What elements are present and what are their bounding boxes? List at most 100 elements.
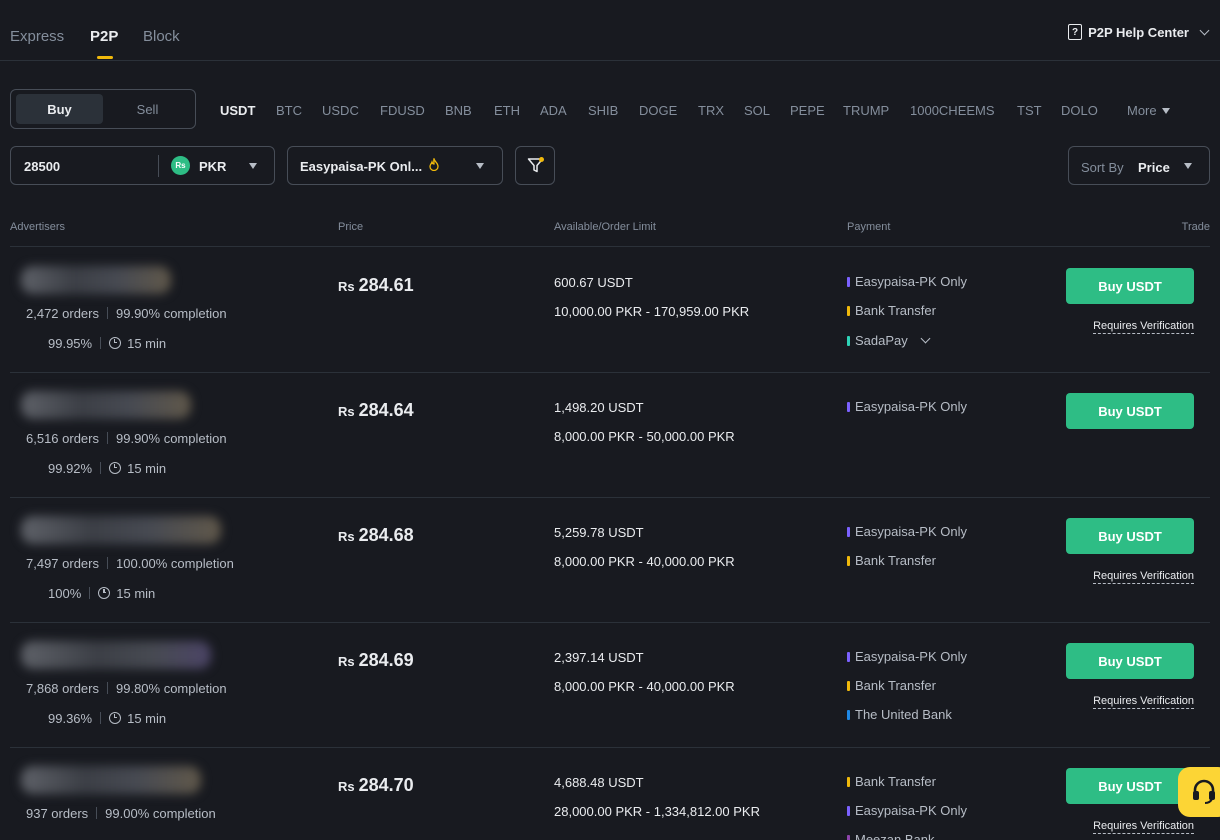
customer-support-button[interactable] xyxy=(1178,767,1220,817)
coin-dolo[interactable]: DOLO xyxy=(1061,103,1098,118)
table-row: 6,516 orders 99.90% completion 99.92% 15 m… xyxy=(10,373,1210,498)
clock-icon xyxy=(109,462,122,474)
buy-usdt-button[interactable]: Buy USDT xyxy=(1066,768,1194,804)
coin-shib[interactable]: SHIB xyxy=(588,103,618,118)
available-amount: 1,498.20 USDT xyxy=(554,400,644,415)
table-header: Advertisers Price Available/Order Limit … xyxy=(10,221,1210,247)
available-amount: 5,259.78 USDT xyxy=(554,525,644,540)
price: Rs 284.61 xyxy=(338,275,414,295)
coin-sol[interactable]: SOL xyxy=(744,103,770,118)
chevron-down-icon xyxy=(1199,25,1210,35)
tab-block[interactable]: Block xyxy=(143,28,180,45)
payment-method: Easypaisa-PK Only xyxy=(847,803,967,818)
price: Rs 284.69 xyxy=(338,650,414,670)
coin-trump[interactable]: TRUMP xyxy=(843,103,889,118)
caret-down-icon xyxy=(1161,107,1170,114)
order-limit: 10,000.00 PKR - 170,959.00 PKR xyxy=(554,304,750,319)
expand-payments-icon[interactable] xyxy=(920,333,931,344)
advertiser-rate: 99.95% 15 min xyxy=(48,336,167,351)
advertiser-stats: 7,868 orders 99.80% completion xyxy=(26,681,227,696)
coin-pepe[interactable]: PEPE xyxy=(790,103,825,118)
buy-sell-toggle: Buy Sell xyxy=(10,89,196,129)
available-amount: 600.67 USDT xyxy=(554,275,633,290)
order-limit: 8,000.00 PKR - 40,000.00 PKR xyxy=(554,679,735,694)
payment-method: Bank Transfer xyxy=(847,774,936,789)
available-amount: 4,688.48 USDT xyxy=(554,775,644,790)
available-amount: 2,397.14 USDT xyxy=(554,650,644,665)
header-price: Price xyxy=(338,221,364,233)
caret-down-icon xyxy=(1184,163,1192,169)
caret-down-icon xyxy=(476,163,484,169)
requires-verification-link[interactable]: Requires Verification xyxy=(1093,320,1194,334)
coin-trx[interactable]: TRX xyxy=(698,103,724,118)
currency-select[interactable]: PKR xyxy=(199,159,226,174)
coin-btc[interactable]: BTC xyxy=(276,103,302,118)
coin-eth[interactable]: ETH xyxy=(494,103,520,118)
coin-usdc[interactable]: USDC xyxy=(322,103,359,118)
buy-toggle-button[interactable]: Buy xyxy=(16,94,103,124)
currency-icon: Rs xyxy=(171,156,190,175)
coin-ada[interactable]: ADA xyxy=(540,103,567,118)
coin-usdt[interactable]: USDT xyxy=(220,103,255,118)
price: Rs 284.70 xyxy=(338,775,414,795)
coin-doge[interactable]: DOGE xyxy=(639,103,677,118)
payment-method: Bank Transfer xyxy=(847,303,936,318)
price: Rs 284.64 xyxy=(338,400,414,420)
table-row: 7,497 orders 100.00% completion 100% 15 mi… xyxy=(10,498,1210,623)
clock-icon xyxy=(109,712,122,724)
coin-1000cheems[interactable]: 1000CHEEMS xyxy=(910,103,995,118)
payment-method: Meezan Bank xyxy=(847,832,935,840)
requires-verification-link[interactable]: Requires Verification xyxy=(1093,695,1194,709)
divider xyxy=(158,155,159,177)
advertiser-name-blurred[interactable] xyxy=(21,266,171,294)
help-center-button[interactable]: ? P2P Help Center xyxy=(1068,24,1210,40)
payment-method: Easypaisa-PK Only xyxy=(847,524,967,539)
advertiser-stats: 7,497 orders 100.00% completion xyxy=(26,556,234,571)
headset-icon xyxy=(1193,779,1215,804)
buy-usdt-button[interactable]: Buy USDT xyxy=(1066,643,1194,679)
advertiser-rate: 99.36% 15 min xyxy=(48,711,167,726)
requires-verification-link[interactable]: Requires Verification xyxy=(1093,570,1194,584)
payment-method-select[interactable]: Easypaisa-PK Onl... xyxy=(287,146,503,185)
clock-icon xyxy=(98,587,111,599)
table-row: 7,868 orders 99.80% completion 99.36% 15 m… xyxy=(10,623,1210,748)
more-coins-dropdown[interactable]: More xyxy=(1127,103,1170,118)
requires-verification-link[interactable]: Requires Verification xyxy=(1093,820,1194,834)
advertiser-rate: 99.92% 15 min xyxy=(48,461,167,476)
question-icon: ? xyxy=(1068,24,1083,40)
help-center-label: P2P Help Center xyxy=(1088,24,1189,40)
more-label: More xyxy=(1127,103,1157,118)
sell-toggle-button[interactable]: Sell xyxy=(104,94,191,124)
advertiser-name-blurred[interactable] xyxy=(21,516,221,544)
filter-button[interactable] xyxy=(515,146,555,185)
advertiser-name-blurred[interactable] xyxy=(21,641,211,669)
coin-tst[interactable]: TST xyxy=(1017,103,1042,118)
advertiser-stats: 2,472 orders 99.90% completion xyxy=(26,306,227,321)
payment-method: Easypaisa-PK Only xyxy=(847,274,967,289)
advertiser-name-blurred[interactable] xyxy=(21,766,201,794)
coin-fdusd[interactable]: FDUSD xyxy=(380,103,425,118)
sort-select[interactable]: Sort By Price xyxy=(1068,146,1210,185)
header-advertisers: Advertisers xyxy=(10,221,66,233)
price: Rs 284.68 xyxy=(338,525,414,545)
order-limit: 8,000.00 PKR - 50,000.00 PKR xyxy=(554,429,735,444)
buy-usdt-button[interactable]: Buy USDT xyxy=(1066,268,1194,304)
advertiser-stats: 6,516 orders 99.90% completion xyxy=(26,431,227,446)
payment-method: Easypaisa-PK Only xyxy=(847,399,967,414)
buy-usdt-button[interactable]: Buy USDT xyxy=(1066,393,1194,429)
amount-currency-field: 28500 Rs PKR xyxy=(10,146,275,185)
header-payment: Payment xyxy=(847,221,891,233)
payment-method: Bank Transfer xyxy=(847,678,936,693)
payment-method: Easypaisa-PK Only xyxy=(847,649,967,664)
advertiser-stats: 937 orders 99.00% completion xyxy=(26,806,216,821)
clock-icon xyxy=(109,337,122,349)
coin-bnb[interactable]: BNB xyxy=(445,103,472,118)
amount-input[interactable]: 28500 xyxy=(24,159,60,174)
advertiser-name-blurred[interactable] xyxy=(21,391,191,419)
table-row: 937 orders 99.00% completion Rs 284.70 4,6… xyxy=(10,748,1210,840)
payment-method: Bank Transfer xyxy=(847,553,936,568)
tab-p2p[interactable]: P2P xyxy=(90,28,118,45)
buy-usdt-button[interactable]: Buy USDT xyxy=(1066,518,1194,554)
advertiser-rate: 100% 15 min xyxy=(48,586,156,601)
tab-express[interactable]: Express xyxy=(10,28,64,45)
